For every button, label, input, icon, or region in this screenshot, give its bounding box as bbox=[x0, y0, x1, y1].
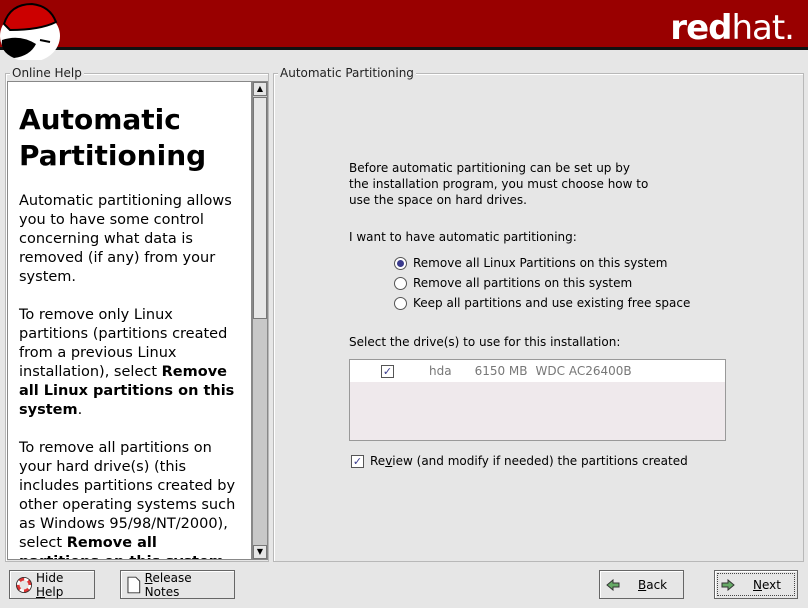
radio-keep-all[interactable]: Keep all partitions and use existing fre… bbox=[394, 296, 690, 310]
question-text: I want to have automatic partitioning: bbox=[349, 230, 577, 244]
drive-row[interactable]: ✓ hda 6150 MB WDC AC26400B bbox=[350, 360, 725, 382]
redhat-wordmark: redhat. bbox=[670, 8, 795, 48]
scroll-down-arrow-icon[interactable]: ▼ bbox=[253, 545, 267, 559]
arrow-left-icon bbox=[606, 578, 620, 591]
drives-label: Select the drive(s) to use for this inst… bbox=[349, 335, 621, 349]
drive-model: WDC AC26400B bbox=[535, 364, 632, 378]
document-icon bbox=[127, 576, 141, 593]
brand-bold: red bbox=[670, 8, 732, 48]
help-paragraph: Automatic partitioning allows you to hav… bbox=[19, 193, 232, 285]
radio-icon[interactable] bbox=[394, 296, 407, 310]
drive-checkbox-checked-icon[interactable]: ✓ bbox=[381, 364, 394, 378]
back-button[interactable]: Back bbox=[599, 570, 684, 599]
scroll-up-arrow-icon[interactable]: ▲ bbox=[253, 82, 267, 96]
intro-text: Before automatic partitioning can be set… bbox=[349, 161, 649, 207]
radio-selected-icon[interactable] bbox=[394, 256, 407, 270]
drive-device: hda bbox=[429, 364, 452, 378]
next-button[interactable]: Next bbox=[714, 570, 798, 599]
help-title: Automatic Partitioning bbox=[19, 103, 207, 172]
arrow-right-icon bbox=[721, 578, 735, 591]
redhat-shadowman-logo bbox=[0, 2, 60, 60]
drive-list[interactable]: ✓ hda 6150 MB WDC AC26400B bbox=[349, 359, 726, 441]
checkbox-checked-icon[interactable]: ✓ bbox=[351, 454, 364, 468]
radio-remove-linux[interactable]: Remove all Linux Partitions on this syst… bbox=[394, 256, 667, 270]
radio-remove-all[interactable]: Remove all partitions on this system bbox=[394, 276, 632, 290]
help-text-area[interactable]: Automatic Partitioning Automatic partiti… bbox=[7, 81, 252, 560]
header-banner: redhat. bbox=[0, 0, 808, 60]
lifebuoy-icon bbox=[16, 576, 32, 593]
review-checkbox[interactable]: ✓ Review (and modify if needed) the parti… bbox=[351, 454, 688, 468]
automatic-partitioning-frame: Automatic Partitioning bbox=[273, 66, 804, 562]
radio-icon[interactable] bbox=[394, 276, 407, 290]
release-notes-button[interactable]: Release Notes bbox=[120, 570, 235, 599]
drive-size: 6150 MB bbox=[474, 364, 528, 378]
help-paragraph: To remove all partitions on your hard dr… bbox=[19, 440, 236, 559]
help-scrollbar[interactable]: ▲ ▼ bbox=[252, 81, 268, 560]
hide-help-button[interactable]: Hide Help bbox=[9, 570, 95, 599]
help-paragraph: To remove only Linux partitions (partiti… bbox=[19, 307, 235, 418]
scroll-thumb[interactable] bbox=[253, 97, 267, 319]
brand-light: hat. bbox=[731, 8, 795, 48]
online-help-label: Online Help bbox=[10, 66, 84, 80]
automatic-partitioning-label: Automatic Partitioning bbox=[278, 66, 416, 80]
